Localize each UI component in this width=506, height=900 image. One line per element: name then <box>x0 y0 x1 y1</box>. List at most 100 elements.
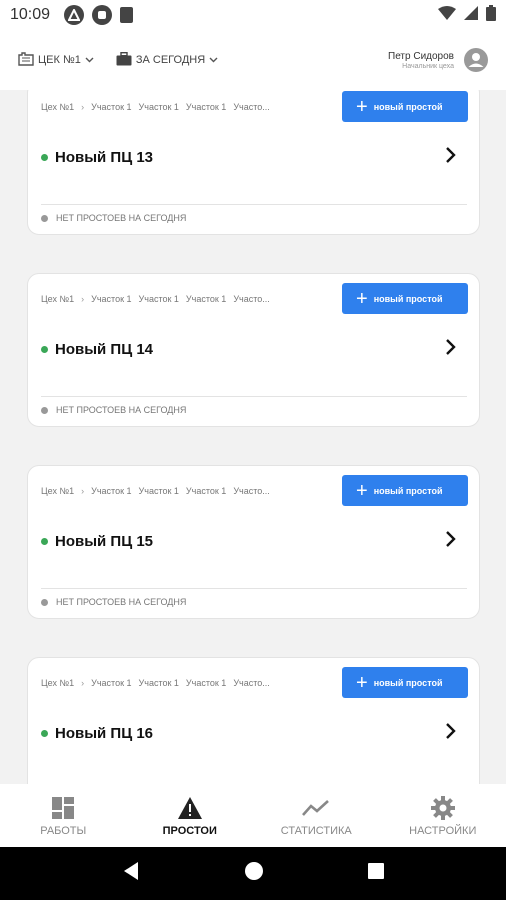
workshop-filter[interactable]: ЦЕК №1 <box>18 51 94 69</box>
workshop-filter-label: ЦЕК №1 <box>38 54 81 66</box>
briefcase-icon <box>116 51 132 69</box>
work-center-card[interactable]: Цех №1 › Участок 1 Участок 1 Участок 1 У… <box>27 90 480 235</box>
chevron-right-icon[interactable] <box>445 530 457 553</box>
nav-item-label: РАБОТЫ <box>40 824 87 837</box>
breadcrumb: Цех №1 › Участок 1 Участок 1 Участок 1 У… <box>41 678 319 688</box>
status-bar: 10:09 <box>0 0 506 30</box>
status-dot-icon <box>41 729 48 737</box>
breadcrumb-item: Цех №1 <box>41 486 75 496</box>
card-title-row[interactable]: Новый ПЦ 15 <box>41 526 461 556</box>
plus-icon: + <box>356 671 368 694</box>
card-header: Цех №1 › Участок 1 Участок 1 Участок 1 У… <box>41 274 468 324</box>
signal-icon <box>464 5 478 25</box>
chevron-down-icon <box>209 54 218 66</box>
home-icon[interactable] <box>244 861 264 886</box>
system-status-icons <box>438 4 496 26</box>
breadcrumb-item: Участок 1 <box>185 678 227 688</box>
breadcrumb-item: Участо... <box>233 294 270 304</box>
breadcrumb-item: Участок 1 <box>185 102 227 112</box>
nav-item-works[interactable]: РАБОТЫ <box>0 784 127 847</box>
chevron-down-icon <box>85 54 94 66</box>
plus-icon: + <box>356 287 368 310</box>
card-title-row[interactable]: Новый ПЦ 13 <box>41 142 461 172</box>
sim-card-icon <box>120 7 134 23</box>
breadcrumb-item: Участо... <box>233 102 270 112</box>
user-role: Начальник цеха <box>402 62 454 70</box>
wifi-icon <box>438 5 456 25</box>
breadcrumb-item: Участок 1 <box>185 294 227 304</box>
breadcrumb-item: Цех №1 <box>41 102 75 112</box>
breadcrumb-item: Участок 1 <box>91 678 132 688</box>
avatar-icon[interactable] <box>464 48 488 72</box>
nav-item-idle[interactable]: ПРОСТОИ <box>127 784 254 847</box>
work-center-card[interactable]: Цех №1 › Участок 1 Участок 1 Участок 1 У… <box>27 657 480 784</box>
card-status: НЕТ ПРОСТОЕВ НА СЕГОДНЯ <box>41 405 186 415</box>
breadcrumb-item: Цех №1 <box>41 678 75 688</box>
status-dot-icon <box>41 153 48 161</box>
period-filter-label: ЗА СЕГОДНЯ <box>135 54 206 66</box>
app-notification-icon <box>64 5 85 25</box>
notification-icons <box>64 5 134 25</box>
nav-item-label: ПРОСТОИ <box>162 824 217 837</box>
period-filter[interactable]: ЗА СЕГОДНЯ <box>116 51 218 69</box>
card-header: Цех №1 › Участок 1 Участок 1 Участок 1 У… <box>41 466 468 516</box>
new-idle-button[interactable]: + новый простой <box>342 475 468 506</box>
factory-icon <box>18 51 34 69</box>
breadcrumb-separator: › <box>81 486 85 496</box>
new-idle-button-label: новый простой <box>373 293 443 304</box>
work-center-card[interactable]: Цех №1 › Участок 1 Участок 1 Участок 1 У… <box>27 273 480 427</box>
status-dot-icon <box>41 537 48 545</box>
breadcrumb-item: Участок 1 <box>138 102 179 112</box>
breadcrumb-item: Участок 1 <box>138 294 179 304</box>
back-icon[interactable] <box>121 861 141 886</box>
card-status: НЕТ ПРОСТОЕВ НА СЕГОДНЯ <box>41 597 186 607</box>
breadcrumb-separator: › <box>81 294 85 304</box>
breadcrumb-item: Участок 1 <box>91 486 132 496</box>
dashboard-icon <box>51 795 75 821</box>
nav-item-statistics[interactable]: СТАТИСТИКА <box>253 784 380 847</box>
breadcrumb: Цех №1 › Участок 1 Участок 1 Участок 1 У… <box>41 102 319 112</box>
new-idle-button[interactable]: + новый простой <box>342 91 468 122</box>
status-dot-icon <box>41 345 48 353</box>
card-status-text: НЕТ ПРОСТОЕВ НА СЕГОДНЯ <box>56 213 187 223</box>
chevron-right-icon[interactable] <box>445 146 457 169</box>
status-dot-icon <box>41 598 48 606</box>
battery-icon <box>486 4 496 26</box>
trend-icon <box>302 795 330 821</box>
card-header: Цех №1 › Участок 1 Участок 1 Участок 1 У… <box>41 658 468 708</box>
breadcrumb-item: Участок 1 <box>138 486 179 496</box>
user-info: Петр Сидоров Начальник цеха <box>388 51 454 70</box>
card-status: НЕТ ПРОСТОЕВ НА СЕГОДНЯ <box>41 213 186 223</box>
recents-icon[interactable] <box>367 862 385 885</box>
card-status-text: НЕТ ПРОСТОЕВ НА СЕГОДНЯ <box>56 405 187 415</box>
divider <box>41 204 467 205</box>
app-notification-icon-2 <box>92 5 113 25</box>
breadcrumb: Цех №1 › Участок 1 Участок 1 Участок 1 У… <box>41 486 319 496</box>
chevron-right-icon[interactable] <box>445 338 457 361</box>
app-header: ЦЕК №1 ЗА СЕГОДНЯ Петр Сидоров Начальник… <box>0 30 506 90</box>
chevron-right-icon[interactable] <box>445 722 457 745</box>
new-idle-button[interactable]: + новый простой <box>342 667 468 698</box>
user-profile[interactable]: Петр Сидоров Начальник цеха <box>388 48 488 72</box>
idle-list: Цех №1 › Участок 1 Участок 1 Участок 1 У… <box>0 90 506 784</box>
status-dot-icon <box>41 406 48 414</box>
breadcrumb-item: Участо... <box>233 678 270 688</box>
system-navigation-bar <box>0 847 506 900</box>
work-center-card[interactable]: Цех №1 › Участок 1 Участок 1 Участок 1 У… <box>27 465 480 619</box>
breadcrumb-item: Участок 1 <box>138 678 179 688</box>
new-idle-button[interactable]: + новый простой <box>342 283 468 314</box>
card-title: Новый ПЦ 13 <box>55 148 154 166</box>
new-idle-button-label: новый простой <box>373 677 443 688</box>
divider <box>41 588 467 589</box>
breadcrumb-item: Участок 1 <box>91 102 132 112</box>
nav-item-settings[interactable]: НАСТРОЙКИ <box>380 784 506 847</box>
card-title-row[interactable]: Новый ПЦ 16 <box>41 718 461 748</box>
user-name: Петр Сидоров <box>388 50 454 62</box>
breadcrumb: Цех №1 › Участок 1 Участок 1 Участок 1 У… <box>41 294 319 304</box>
breadcrumb-item: Участок 1 <box>185 486 227 496</box>
card-status-text: НЕТ ПРОСТОЕВ НА СЕГОДНЯ <box>56 597 187 607</box>
card-header: Цех №1 › Участок 1 Участок 1 Участок 1 У… <box>41 90 468 132</box>
status-time: 10:09 <box>10 6 51 23</box>
breadcrumb-separator: › <box>81 102 85 112</box>
card-title-row[interactable]: Новый ПЦ 14 <box>41 334 461 364</box>
